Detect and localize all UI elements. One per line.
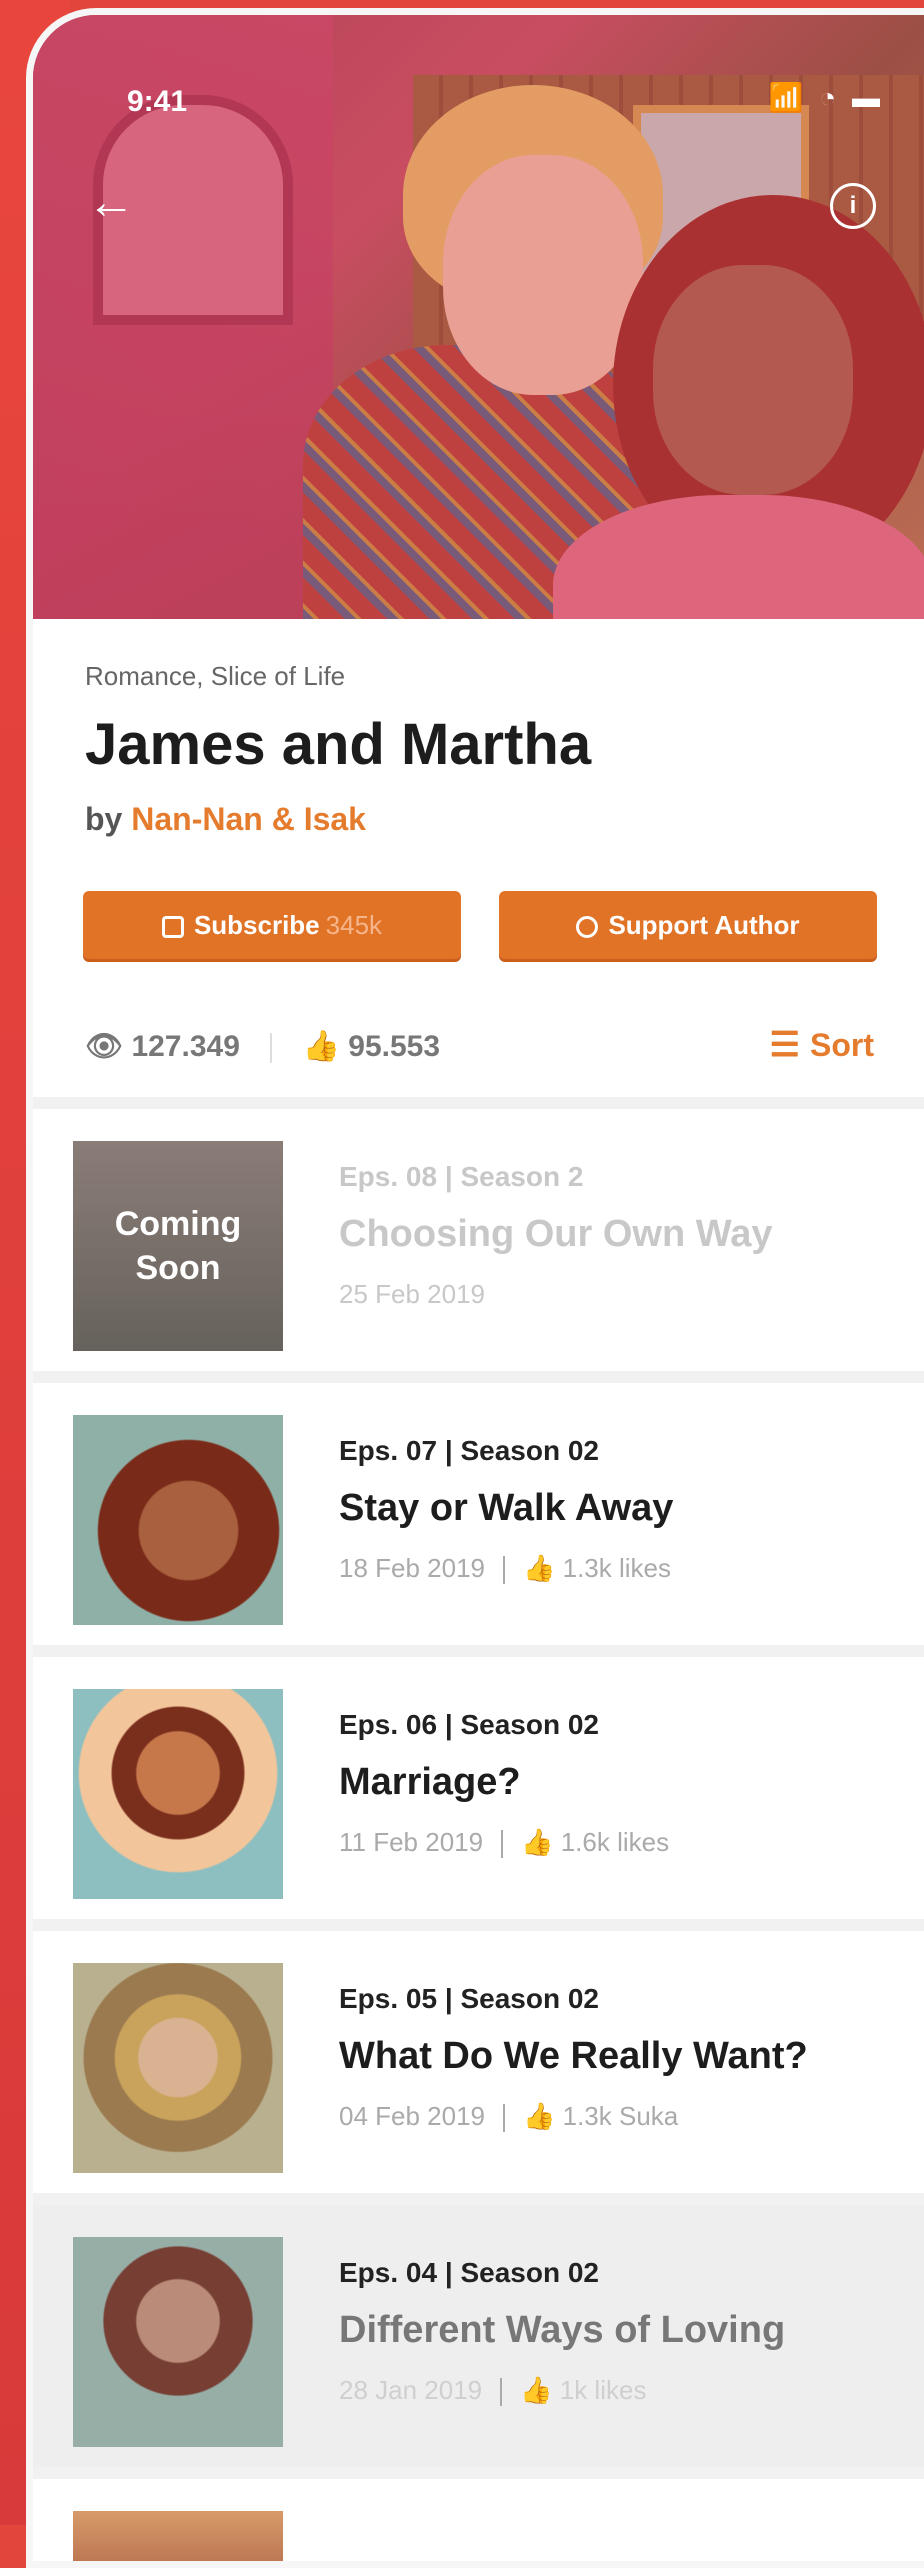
sort-label: Sort [810,1027,874,1063]
subscribe-icon [161,916,184,938]
comic-details: Romance, Slice of Life James and Martha … [33,619,924,1097]
episode-title: Different Ways of Loving [339,2309,786,2351]
episode-number: Eps. 05 | Season 02 [339,1983,599,2014]
thumbs-up-icon: 👍 [523,1553,556,1583]
episode-row[interactable]: Eps. 05 | Season 02 What Do We Really Wa… [33,1931,924,2205]
episode-row[interactable]: Eps. 04 | Season 02 Different Ways of Lo… [33,2205,924,2479]
phone-frame: 9:41 📶 ◔ ▬ ← i Romance, Slice of Life Ja… [26,8,924,2568]
arrow-left-icon: ← [87,176,135,229]
episode-row[interactable] [33,2479,924,2561]
thumbs-up-icon: 👍 [520,2375,553,2405]
episode-row[interactable]: Coming Soon Eps. 08 | Season 2 Choosing O… [33,1109,924,1383]
subscribe-button[interactable]: Subscribe 345k [83,891,461,959]
episode-title: Choosing Our Own Way [339,1213,773,1255]
subscribe-count: 345k [325,910,383,940]
episode-thumbnail [73,1689,283,1899]
episode-meta: 18 Feb 2019 👍 1.3k likes [339,1553,672,1585]
episode-date: 04 Feb 2019 [339,2101,486,2131]
support-author-button[interactable]: Support Author [499,891,877,959]
episode-likes: 1k likes [559,2375,647,2405]
episode-number: Eps. 04 | Season 02 [339,2257,599,2288]
episode-date: 18 Feb 2019 [339,1553,486,1583]
stats-divider [270,1033,273,1064]
thumbs-up-icon: 👍 [302,1030,340,1063]
by-prefix: by [85,801,123,837]
views-count: 127.349 [131,1030,240,1063]
status-icons: 📶 ◔ ▬ [768,82,884,113]
meta-divider [500,2378,503,2407]
episode-date: 28 Jan 2019 [339,2375,483,2405]
coming-soon-badge: Coming Soon [73,1141,283,1351]
thumbs-up-icon: 👍 [523,2101,556,2131]
episode-thumbnail [73,2237,283,2447]
episode-title: Marriage? [339,1761,521,1803]
episode-thumbnail [73,1963,283,2173]
sort-icon: ☰ [769,1026,800,1064]
info-button[interactable]: i [830,183,876,229]
stats-row: 👁 127.349 👍 95.553 [85,1029,440,1064]
episode-likes: 1.3k Suka [562,2101,679,2131]
meta-divider [501,1830,504,1859]
eye-icon: 👁 [85,1030,124,1063]
episode-meta: 25 Feb 2019 [339,1279,485,1310]
episode-row[interactable]: Eps. 07 | Season 02 Stay or Walk Away 18… [33,1383,924,1657]
episode-thumbnail [73,2511,283,2561]
genre-label: Romance, Slice of Life [85,661,346,691]
episode-meta: 28 Jan 2019 👍 1k likes [339,2375,647,2407]
subscribe-label: Subscribe [193,910,320,940]
episode-meta: 04 Feb 2019 👍 1.3k Suka [339,2101,679,2133]
episode-title: Stay or Walk Away [339,1487,674,1529]
episode-title: What Do We Really Want? [339,2035,808,2077]
thumbs-up-icon: 👍 [521,1827,554,1857]
episode-number: Eps. 08 | Season 2 [339,1161,584,1192]
episode-number: Eps. 07 | Season 02 [339,1435,599,1466]
episode-thumbnail [73,1415,283,1625]
status-time: 9:41 [127,85,188,118]
episode-likes: 1.3k likes [562,1553,672,1583]
coin-icon [576,916,599,938]
episode-meta: 11 Feb 2019 👍 1.6k likes [339,1827,670,1859]
meta-divider [503,2104,506,2133]
sort-button[interactable]: ☰ Sort [770,1025,874,1065]
meta-divider [503,1556,506,1585]
episode-likes: 1.6k likes [560,1827,670,1857]
author-link[interactable]: Nan-Nan & Isak [131,801,366,837]
comic-title: James and Martha [85,712,592,777]
episode-date: 25 Feb 2019 [339,1279,486,1309]
episode-list: Coming Soon Eps. 08 | Season 2 Choosing O… [33,1109,924,2561]
likes-count: 95.553 [348,1030,441,1063]
info-icon: i [849,192,857,219]
episode-row[interactable]: Eps. 06 | Season 02 Marriage? 11 Feb 201… [33,1657,924,1931]
support-label: Support Author [608,910,800,940]
episode-number: Eps. 06 | Season 02 [339,1709,599,1740]
back-button[interactable]: ← [87,175,143,231]
episode-date: 11 Feb 2019 [339,1827,484,1857]
byline: by Nan-Nan & Isak [85,801,366,838]
